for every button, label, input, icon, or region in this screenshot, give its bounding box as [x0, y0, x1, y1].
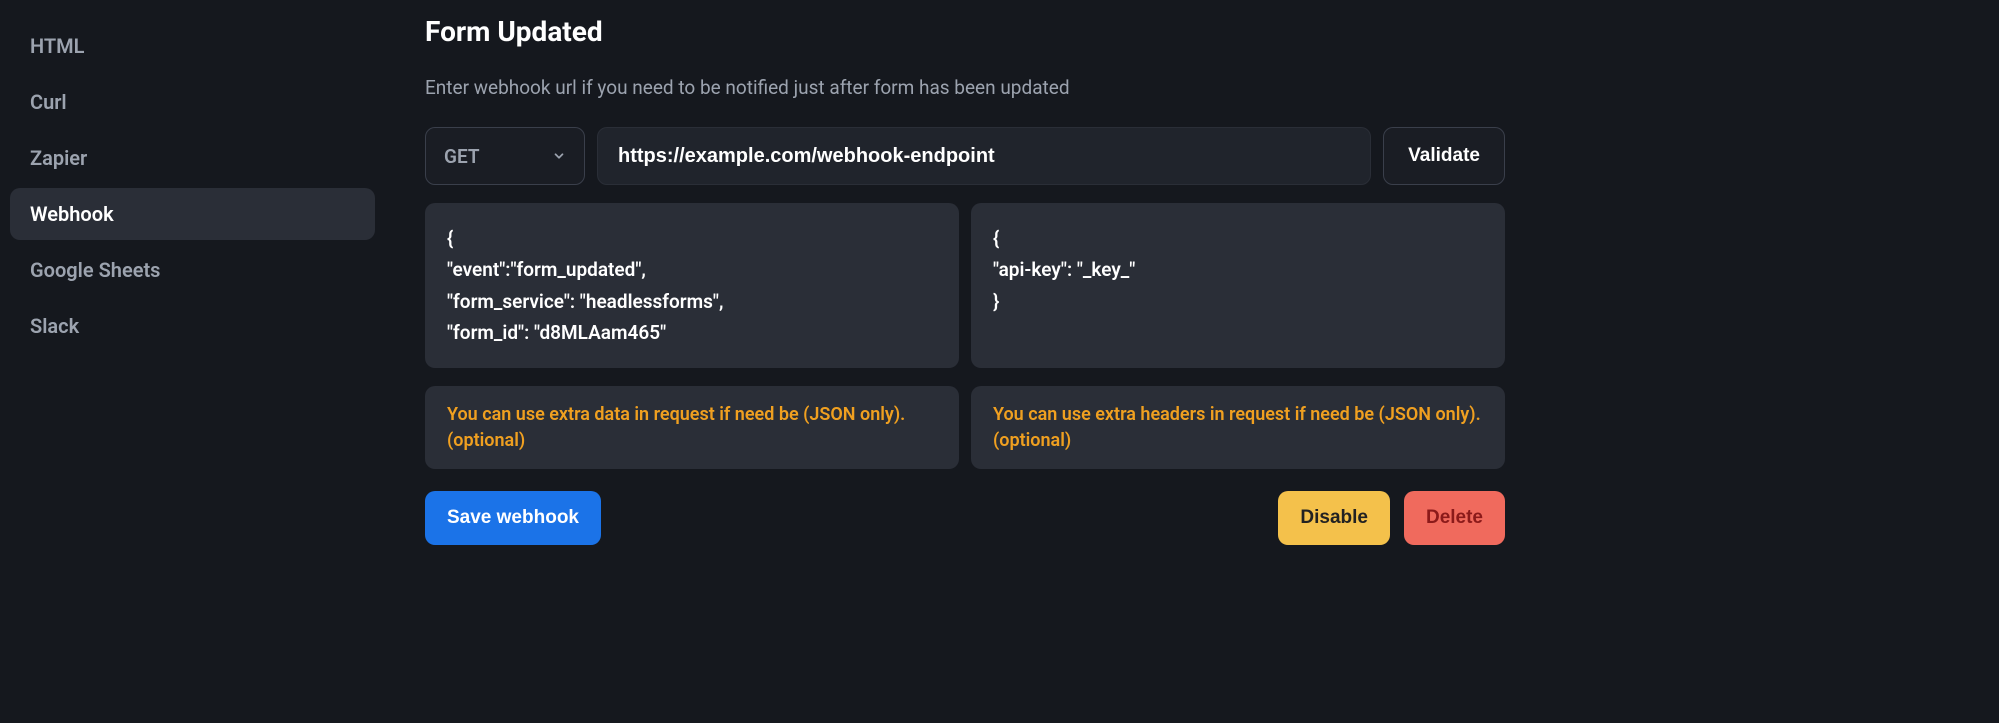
request-body-editor[interactable]: { "event":"form_updated", "form_service"… [425, 203, 959, 368]
page-title: Form Updated [425, 15, 1505, 48]
sidebar-item-webhook[interactable]: Webhook [10, 188, 375, 240]
webhook-url-input[interactable] [597, 127, 1371, 185]
request-row: GET Validate [425, 127, 1505, 185]
chevron-down-icon [552, 149, 566, 163]
hint-row: You can use extra data in request if nee… [425, 386, 1505, 468]
sidebar-item-curl[interactable]: Curl [10, 76, 375, 128]
delete-button[interactable]: Delete [1404, 491, 1505, 545]
disable-button[interactable]: Disable [1278, 491, 1390, 545]
page-subtitle: Enter webhook url if you need to be noti… [425, 76, 1505, 99]
sidebar-item-html[interactable]: HTML [10, 20, 375, 72]
headers-hint-text: You can use extra headers in request if … [971, 386, 1505, 468]
sidebar-item-slack[interactable]: Slack [10, 300, 375, 352]
sidebar-item-zapier[interactable]: Zapier [10, 132, 375, 184]
action-row: Save webhook Disable Delete [425, 491, 1505, 545]
validate-button[interactable]: Validate [1383, 127, 1505, 185]
sidebar: HTML Curl Zapier Webhook Google Sheets S… [0, 0, 385, 723]
sidebar-item-google-sheets[interactable]: Google Sheets [10, 244, 375, 296]
main-content: Form Updated Enter webhook url if you ne… [385, 0, 1545, 723]
save-webhook-button[interactable]: Save webhook [425, 491, 601, 545]
body-hint-text: You can use extra data in request if nee… [425, 386, 959, 468]
request-headers-editor[interactable]: { "api-key": "_key_" } [971, 203, 1505, 368]
http-method-select[interactable]: GET [425, 127, 585, 185]
code-row: { "event":"form_updated", "form_service"… [425, 203, 1505, 368]
http-method-label: GET [444, 145, 480, 168]
